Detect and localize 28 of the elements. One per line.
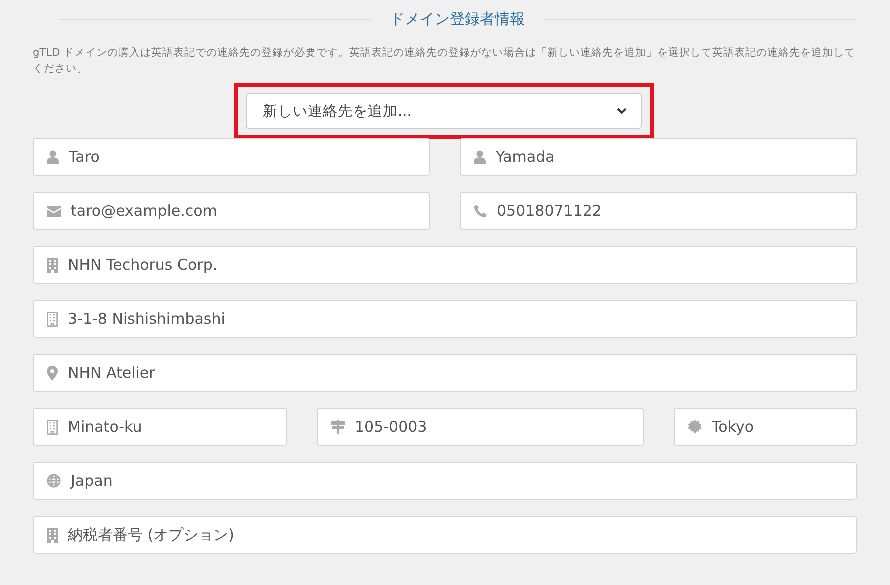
input-field[interactable]: 納税者番号 (オプション): [33, 516, 857, 554]
person-icon: [474, 150, 486, 164]
phone-icon: [474, 204, 487, 218]
input-field[interactable]: 05018071122: [460, 192, 857, 230]
intro-text: gTLD ドメインの購入は英語表記での連絡先の登録が必要です。英語表記の連絡先の登録がない場合は「新しい連絡先を追加」を選択して英語表記の連絡先を追加してください。: [33, 46, 857, 77]
envelope-icon: [47, 206, 61, 216]
badge-icon: [688, 420, 702, 434]
input-field[interactable]: Tokyo: [674, 408, 857, 446]
building-icon: [47, 312, 58, 326]
building-icon: [47, 258, 58, 272]
map-pin-icon: [47, 366, 58, 380]
input-field[interactable]: taro@example.com: [33, 192, 430, 230]
section-title: ドメイン登録者情報: [390, 10, 525, 29]
input-field[interactable]: Yamada: [460, 138, 857, 176]
input-field[interactable]: NHN Techorus Corp.: [33, 246, 857, 284]
building-icon: [47, 528, 58, 542]
building-icon: [47, 420, 58, 434]
input-field[interactable]: Taro: [33, 138, 430, 176]
globe-icon: [47, 474, 61, 488]
input-field[interactable]: 105-0003: [317, 408, 644, 446]
person-icon: [47, 150, 59, 164]
signpost-icon: [331, 420, 345, 434]
input-field[interactable]: Minato-ku: [33, 408, 287, 446]
contact-select[interactable]: 新しい連絡先を追加...: [246, 93, 642, 129]
chevron-down-icon: [617, 108, 627, 114]
input-field[interactable]: Japan: [33, 462, 857, 500]
input-field[interactable]: NHN Atelier: [33, 354, 857, 392]
input-field[interactable]: 3-1-8 Nishishimbashi: [33, 300, 857, 338]
